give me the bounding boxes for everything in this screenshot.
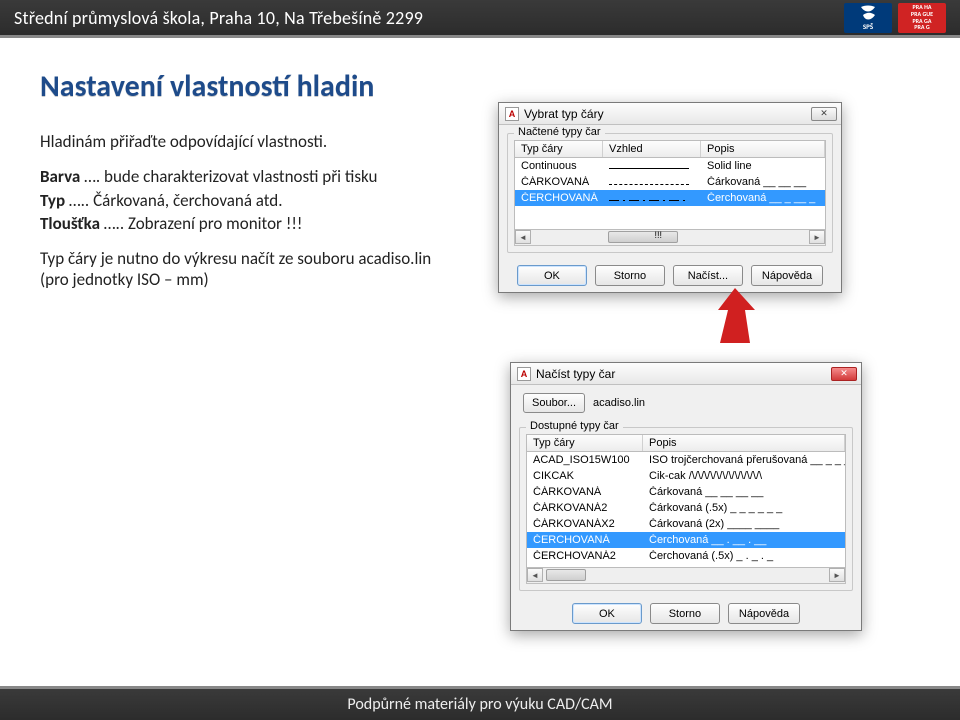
help-button[interactable]: Nápověda (751, 265, 823, 286)
logo-container: SPŠ PRA HA PRA GUE PRA GA PRA G (844, 3, 946, 33)
cell-sample (603, 192, 701, 204)
school-title: Střední průmyslová škola, Praha 10, Na T… (14, 7, 423, 29)
cell-desc: Čerchovaná __ . __ . __ (643, 534, 845, 546)
dialog-load-linetypes: A Načíst typy čar ✕ Soubor... acadiso.li… (510, 362, 862, 631)
dlg2-group-label: Dostupné typy čar (526, 420, 623, 432)
col-typ[interactable]: Typ čáry (515, 141, 603, 157)
footer-bar: Podpůrné materiály pro výuku CAD/CAM (0, 686, 960, 720)
scroll-right-icon[interactable]: ► (809, 230, 825, 244)
dlg1-buttons: OK Storno Načíst... Nápověda (499, 261, 841, 292)
table-row[interactable]: ČERCHOVANÁ2 Čerchovaná (.5x) _ . _ . _ (527, 548, 845, 564)
cancel-button[interactable]: Storno (650, 603, 720, 624)
dlg2-titlebar[interactable]: A Načíst typy čar ✕ (511, 363, 861, 385)
cell-desc: Čárkovaná __ __ __ __ (643, 486, 845, 498)
table-row[interactable]: ČERCHOVANÁ Čerchovaná __ . __ . __ (527, 532, 845, 548)
load-button[interactable]: Načíst... (673, 265, 743, 286)
dlg2-title: Načíst typy čar (536, 367, 615, 381)
table-row[interactable]: Continuous Solid line (515, 158, 825, 174)
table-row[interactable]: ČÁRKOVANÁ Čárkovaná __ __ __ __ (527, 484, 845, 500)
dlg1-hscroll[interactable]: ◄ !!! ► (514, 230, 826, 246)
cell-desc: ISO trojčerchovaná přerušovaná __ _ _ _ (643, 454, 845, 466)
autocad-icon: A (517, 367, 531, 381)
dlg1-group-loaded: Načtené typy čar Typ čáry Vzhled Popis C… (507, 133, 833, 253)
dlg1-columns[interactable]: Typ čáry Vzhled Popis (514, 140, 826, 158)
table-row[interactable]: ČÁRKOVANÁ2 Čárkovaná (.5x) _ _ _ _ _ _ (527, 500, 845, 516)
cell-desc: Čárkovaná __ __ __ (701, 176, 825, 188)
cell-name: ACAD_ISO15W100 (527, 454, 643, 466)
logo-prague: PRA HA PRA GUE PRA GA PRA G (898, 3, 946, 33)
dlg2-columns[interactable]: Typ čáry Popis (526, 434, 846, 452)
table-row[interactable]: CIKCAK Cik-cak /\/\/\/\/\/\/\/\/\/\/\/\ (527, 468, 845, 484)
scroll-left-icon[interactable]: ◄ (527, 568, 543, 582)
scroll-left-icon[interactable]: ◄ (515, 230, 531, 244)
close-icon[interactable]: ✕ (811, 107, 837, 121)
table-row[interactable]: ČERCHOVANÁ Čerchovaná __ _ __ _ (515, 190, 825, 206)
para-note: Typ čáry je nutno do výkresu načít ze so… (40, 248, 460, 291)
cell-name: Continuous (515, 160, 603, 172)
dlg2-list[interactable]: ACAD_ISO15W100 ISO trojčerchovaná přeruš… (526, 452, 846, 568)
dlg2-group-available: Dostupné typy čar Typ čáry Popis ACAD_IS… (519, 427, 853, 591)
para-intro: Hladinám přiřaďte odpovídající vlastnost… (40, 131, 460, 152)
cell-name: ČERCHOVANÁ (527, 534, 643, 546)
dlg1-group-label: Načtené typy čar (514, 126, 605, 138)
cancel-button[interactable]: Storno (595, 265, 665, 286)
para-typ: Typ ….. Čárkovaná, čerchovaná atd. (40, 190, 460, 211)
table-row[interactable]: ACAD_ISO15W100 ISO trojčerchovaná přeruš… (527, 452, 845, 468)
footer-text: Podpůrné materiály pro výuku CAD/CAM (347, 695, 612, 714)
file-name: acadiso.lin (593, 397, 645, 409)
cell-desc: Solid line (701, 160, 825, 172)
cell-desc: Čárkovaná (.5x) _ _ _ _ _ _ (643, 502, 845, 514)
cell-sample (603, 176, 701, 188)
col-vzhled[interactable]: Vzhled (603, 141, 701, 157)
dialog-select-linetype: A Vybrat typ čáry ✕ Načtené typy čar Typ… (498, 102, 842, 293)
dlg2-file-row: Soubor... acadiso.lin (511, 385, 861, 413)
cell-desc: Cik-cak /\/\/\/\/\/\/\/\/\/\/\/\ (643, 470, 845, 482)
col-typ[interactable]: Typ čáry (527, 435, 643, 451)
dlg2-hscroll[interactable]: ◄ ► (526, 568, 846, 584)
scroll-right-icon[interactable]: ► (829, 568, 845, 582)
cell-desc: Čerchovaná __ _ __ _ (701, 192, 825, 204)
cell-desc: Čerchovaná (.5x) _ . _ . _ (643, 550, 845, 562)
header-bar: Střední průmyslová škola, Praha 10, Na T… (0, 0, 960, 38)
cell-name: ČÁRKOVANÁ2 (527, 502, 643, 514)
table-row[interactable]: ČÁRKOVANÁX2 Čárkovaná (2x) ____ ____ (527, 516, 845, 532)
page-title: Nastavení vlastností hladin (40, 68, 920, 105)
dlg2-buttons: OK Storno Nápověda (511, 599, 861, 630)
scroll-thumb[interactable] (608, 231, 678, 243)
logo-sps: SPŠ (844, 3, 892, 33)
slide-body: Nastavení vlastností hladin Hladinám při… (0, 38, 960, 686)
close-icon[interactable]: ✕ (831, 367, 857, 381)
body-text: Hladinám přiřaďte odpovídající vlastnost… (40, 131, 460, 291)
cell-name: ČÁRKOVANÁ (527, 486, 643, 498)
cell-name: ČERCHOVANÁ2 (527, 550, 643, 562)
cell-name: CIKCAK (527, 470, 643, 482)
para-tloustka: Tloušťka ….. Zobrazení pro monitor !!! (40, 213, 460, 234)
dlg1-title: Vybrat typ čáry (524, 107, 604, 121)
col-popis[interactable]: Popis (701, 141, 825, 157)
scroll-caption: !!! (655, 230, 663, 240)
dlg1-list[interactable]: Continuous Solid lineČÁRKOVANÁ Čárkovaná… (514, 158, 826, 230)
ok-button[interactable]: OK (517, 265, 587, 286)
cell-desc: Čárkovaná (2x) ____ ____ (643, 518, 845, 530)
ok-button[interactable]: OK (572, 603, 642, 624)
help-button[interactable]: Nápověda (728, 603, 800, 624)
table-row[interactable]: ČÁRKOVANÁ Čárkovaná __ __ __ (515, 174, 825, 190)
cell-sample (603, 160, 701, 172)
file-button[interactable]: Soubor... (523, 393, 585, 413)
scroll-thumb[interactable] (546, 569, 586, 581)
autocad-icon: A (505, 107, 519, 121)
para-barva: Barva …. bude charakterizovat vlastnosti… (40, 166, 460, 187)
dlg1-titlebar[interactable]: A Vybrat typ čáry ✕ (499, 103, 841, 125)
cell-name: ČERCHOVANÁ (515, 192, 603, 204)
callout-arrow-icon (700, 288, 770, 348)
cell-name: ČÁRKOVANÁ (515, 176, 603, 188)
cell-name: ČÁRKOVANÁX2 (527, 518, 643, 530)
col-popis[interactable]: Popis (643, 435, 845, 451)
